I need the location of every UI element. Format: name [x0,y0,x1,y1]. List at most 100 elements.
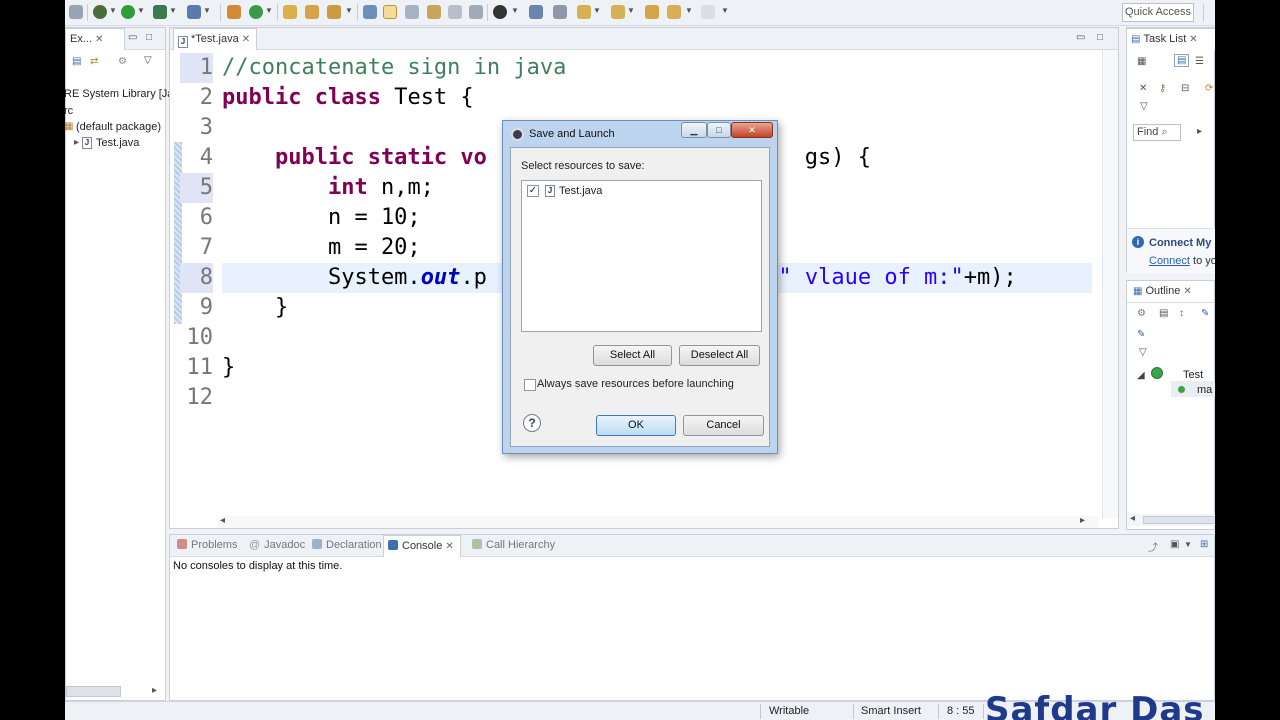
tab-task-list[interactable]: ▤ Task List ✕ [1126,28,1215,50]
tab-console[interactable]: Console ✕ [383,535,461,557]
scroll-left-icon[interactable]: ◂ [1130,513,1135,524]
next-annotation-icon[interactable] [577,5,591,19]
focus-icon[interactable]: ⚷ [1159,83,1166,94]
tab-javadoc[interactable]: @ Javadoc [245,535,309,557]
ok-button[interactable]: OK [596,415,676,436]
pin-icon[interactable] [493,5,507,19]
hide-completed-icon[interactable]: ✕ [1139,83,1147,94]
scroll-right-icon[interactable]: ▸ [1080,515,1085,526]
vertical-scrollbar[interactable] [1102,50,1118,518]
minimize-icon[interactable]: ▭ [128,32,137,43]
maximize-button[interactable]: □ [707,122,731,138]
annotation-icon[interactable] [363,5,377,19]
hide-static-icon[interactable]: ✎ [1201,308,1209,319]
always-save-checkbox[interactable] [524,379,536,391]
coverage-icon[interactable] [153,5,167,19]
save-icon[interactable] [69,5,83,19]
display-console-icon[interactable]: ▣ [1170,539,1179,550]
whitespace-icon[interactable] [448,5,462,19]
new-java-package-icon[interactable] [227,5,241,19]
tab-test-java[interactable]: J *Test.java ✕ [173,28,257,50]
tab-package-explorer[interactable]: Ex... ✕ [65,28,125,50]
collapse-icon[interactable]: ▤ [1159,308,1168,319]
tree-item-default-package[interactable]: (default package) [76,121,161,133]
last-edit-icon[interactable] [611,5,625,19]
maximize-icon[interactable]: □ [146,32,152,43]
tab-declaration[interactable]: Declaration [308,535,386,557]
open-console-icon[interactable]: ⊞ [1200,539,1208,550]
scroll-left-icon[interactable]: ◂ [220,515,225,526]
close-icon[interactable]: ✕ [95,34,103,45]
close-icon[interactable]: ✕ [1183,286,1191,297]
new-class-icon[interactable] [249,5,263,19]
tab-outline[interactable]: ▦ Outline ✕ [1129,281,1215,303]
tab-call-hierarchy[interactable]: Call Hierarchy [468,535,559,557]
collapse-all-icon[interactable]: ▤ [72,56,81,67]
expand-arrow-icon[interactable]: ▸ [74,137,79,148]
horizontal-scrollbar[interactable] [66,686,121,697]
view-menu-icon[interactable]: ▽ [1140,101,1148,112]
settings-icon[interactable]: ⚙ [118,56,127,67]
open-folder-icon[interactable] [305,5,319,19]
task-icon[interactable] [529,5,543,19]
minimize-icon[interactable]: ▭ [1076,32,1085,43]
hide-nonpublic-icon[interactable]: ✎ [1137,329,1145,340]
select-all-button[interactable]: Select All [593,345,672,366]
scroll-right-icon[interactable]: ▸ [152,685,157,696]
run-icon[interactable] [121,5,135,19]
sync-icon[interactable]: ⟳ [1205,83,1213,94]
back-icon[interactable] [645,5,659,19]
collapse-icon[interactable]: ⊟ [1181,83,1189,94]
close-icon[interactable]: ✕ [1189,34,1197,45]
back-history-icon[interactable] [667,5,681,19]
line-number: 9 [199,295,213,320]
minimize-button[interactable]: ▁ [681,122,707,138]
forward-icon[interactable] [701,5,715,19]
scheduled-icon[interactable]: ☰ [1195,56,1204,67]
search-icon[interactable] [327,5,341,19]
help-icon[interactable]: ? [523,414,541,432]
connect-link[interactable]: Connect [1149,255,1190,267]
resource-checkbox[interactable]: ✓ [527,185,539,197]
deselect-all-button[interactable]: Deselect All [679,345,760,366]
collapse-arrow-icon[interactable]: ◢ [1137,370,1145,381]
code-line[interactable]: 1 //concatenate sign in java [170,53,1100,83]
quick-access-field[interactable]: Quick Access [1122,3,1194,22]
previous-annotation-icon[interactable] [553,5,567,19]
close-icon[interactable]: ✕ [242,34,250,45]
outline-item-main-row[interactable]: ma [1171,381,1215,397]
tab-problems[interactable]: Problems [173,535,241,557]
resources-list[interactable]: ✓ J Test.java [521,180,762,332]
tree-item-src[interactable]: rc [65,105,73,117]
block-selection-icon[interactable] [405,5,419,19]
maximize-icon[interactable]: □ [1097,32,1103,43]
breadcrumb-icon[interactable] [427,5,441,19]
close-icon[interactable]: ✕ [445,541,453,552]
horizontal-scrollbar[interactable]: ◂ [1127,513,1215,526]
code-line[interactable]: 2 public class Test { [170,83,1100,113]
debug-icon[interactable] [93,5,107,19]
scroll-thumb[interactable] [1143,516,1215,524]
link-editor-icon[interactable]: ⇄ [90,56,98,67]
expand-arrow-icon[interactable]: ▸ [1197,126,1202,137]
tree-item-jre[interactable]: RE System Library [Ja [65,88,173,100]
sort-icon[interactable]: ↕ [1179,308,1184,319]
code-text: m = 20; [222,235,421,260]
hide-fields-icon[interactable]: ⚙ [1137,308,1146,319]
close-button[interactable]: ✕ [731,122,773,138]
toggle-mark-occurrences-icon[interactable] [383,5,397,19]
new-task-icon[interactable]: ▦ [1137,56,1146,67]
cancel-button[interactable]: Cancel [683,415,764,436]
find-field[interactable]: Find ⌕ [1133,124,1181,141]
view-menu-icon[interactable]: ▽ [1139,347,1147,358]
pin-console-icon[interactable]: ⤴ [1148,539,1158,554]
categorized-icon[interactable]: ▤ [1174,54,1190,67]
paragraph-icon[interactable] [469,5,483,19]
tree-item-test-java[interactable]: Test.java [96,137,139,149]
outline-item-test[interactable]: Test [1183,369,1203,381]
external-tools-icon[interactable] [187,5,201,19]
view-menu-icon[interactable]: ▽ [144,55,152,66]
dropdown-arrow-icon[interactable]: ▼ [1184,540,1192,549]
horizontal-scrollbar[interactable]: ◂ ▸ [218,515,1098,528]
open-type-icon[interactable] [283,5,297,19]
